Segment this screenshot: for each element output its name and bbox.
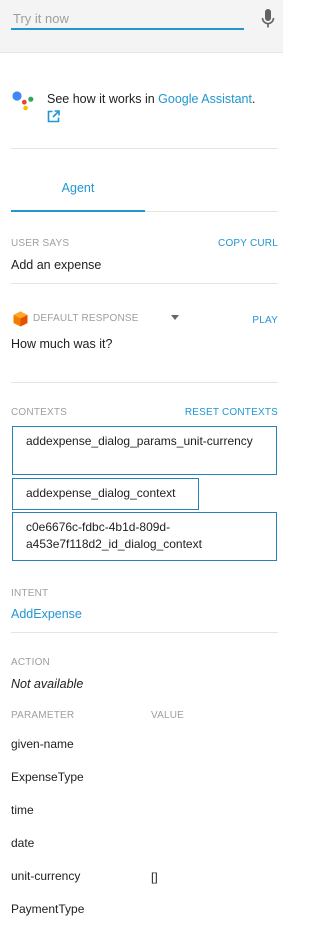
context-chip[interactable]: addexpense_dialog_params_unit-currency (12, 426, 277, 475)
intent-link[interactable]: AddExpense (11, 607, 82, 621)
tab-rule (145, 211, 278, 212)
divider (11, 632, 278, 633)
parameter-name: unit-currency (11, 869, 81, 883)
user-says-label: USER SAYS (11, 238, 70, 249)
chevron-down-icon[interactable] (171, 315, 179, 320)
context-chip[interactable]: c0e6676c-fdbc-4b1d-809d-a453e7f118d2_id_… (12, 512, 277, 561)
external-link-icon[interactable] (47, 110, 60, 123)
action-value: Not available (11, 677, 84, 691)
parameter-name: PaymentType (11, 902, 85, 916)
assistant-promo-label: See how it works in (47, 92, 159, 106)
parameter-name: ExpenseType (11, 770, 84, 784)
google-assistant-link[interactable]: Google Assistant (158, 92, 252, 106)
reset-contexts-button[interactable]: RESET CONTEXTS (185, 407, 278, 418)
google-assistant-icon (12, 91, 34, 111)
divider (11, 382, 278, 383)
cube-icon (13, 311, 28, 327)
active-tab-indicator (11, 210, 145, 212)
copy-curl-button[interactable]: COPY CURL (218, 238, 278, 249)
parameter-name: time (11, 803, 34, 817)
microphone-icon[interactable] (260, 8, 276, 30)
divider (11, 148, 278, 149)
divider (11, 283, 278, 284)
action-label: ACTION (11, 657, 50, 668)
contexts-label: CONTEXTS (11, 407, 68, 418)
try-it-bar (0, 0, 283, 53)
parameter-name: date (11, 836, 35, 850)
tab-agent[interactable]: Agent (11, 178, 145, 212)
assistant-promo-suffix: . (251, 92, 256, 106)
assistant-promo-text: See how it works in Google Assistant. (47, 90, 279, 126)
context-chip[interactable]: addexpense_dialog_context (12, 478, 199, 510)
parameter-value: [] (151, 870, 158, 884)
user-says-value: Add an expense (11, 258, 102, 272)
play-button[interactable]: PLAY (252, 315, 278, 326)
parameter-name: given-name (11, 737, 74, 751)
intent-label: INTENT (11, 588, 49, 599)
parameter-column-header: PARAMETER (11, 710, 75, 721)
default-response-value: How much was it? (11, 337, 113, 351)
value-column-header: VALUE (151, 710, 185, 721)
try-it-input[interactable] (11, 8, 244, 30)
default-response-label: DEFAULT RESPONSE (33, 313, 139, 324)
